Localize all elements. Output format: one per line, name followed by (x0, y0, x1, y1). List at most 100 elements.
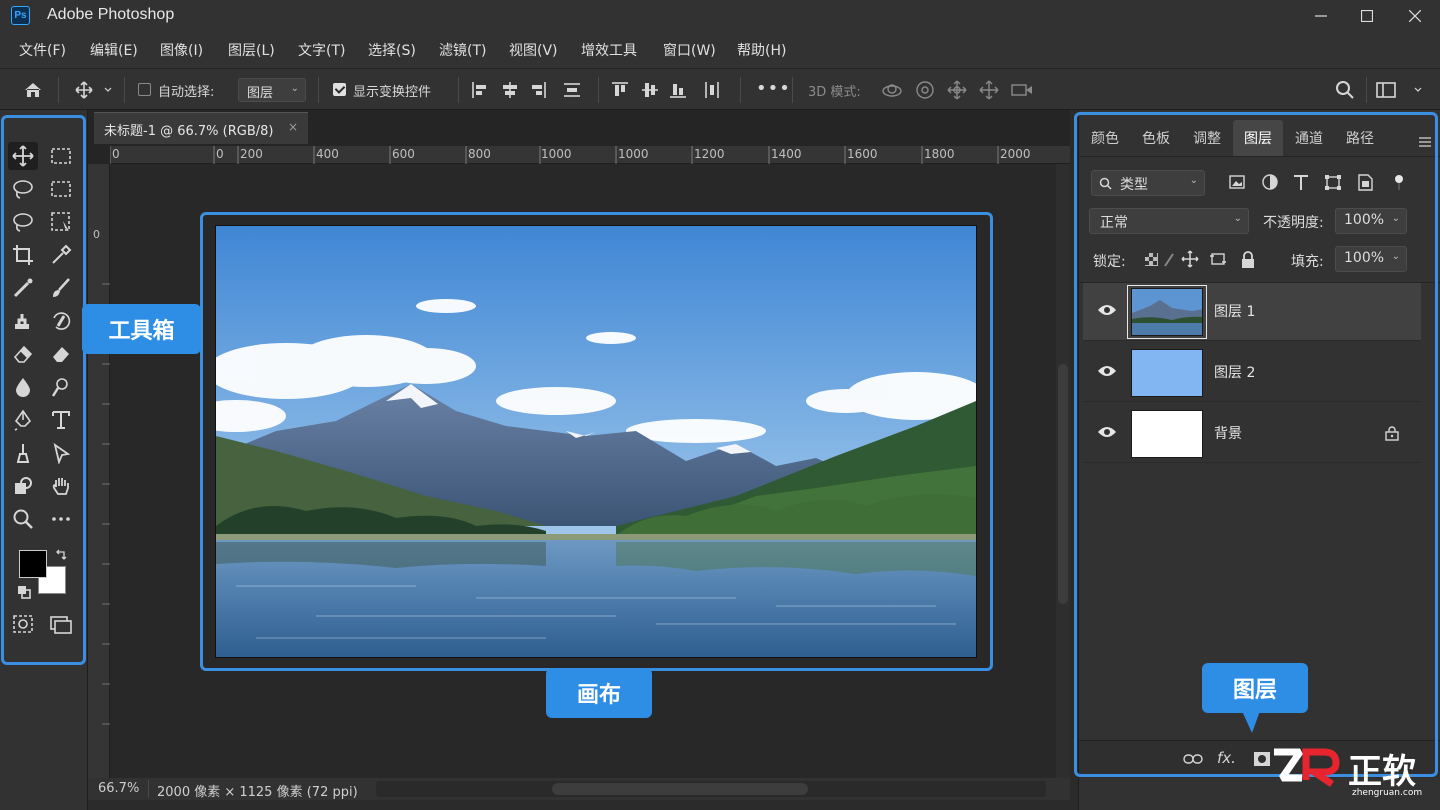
panel-menu-button[interactable] (1419, 132, 1431, 151)
marquee-tool-2[interactable] (46, 175, 76, 203)
gradient-tool[interactable] (46, 340, 76, 368)
close-icon (1409, 10, 1421, 22)
menu-view[interactable]: 视图(V) (509, 40, 558, 60)
move-tool[interactable] (8, 142, 38, 170)
layer-name[interactable]: 背景 (1214, 423, 1242, 443)
opacity-label: 不透明度: (1263, 215, 1324, 231)
object-select-tool[interactable] (46, 208, 76, 236)
tab-swatches[interactable]: 色板 (1142, 128, 1170, 148)
visibility-eye-icon[interactable] (1097, 303, 1117, 317)
history-brush-tool[interactable] (46, 307, 76, 335)
menu-image[interactable]: 图像(I) (160, 40, 203, 60)
menu-edit[interactable]: 编辑(E) (90, 40, 138, 60)
pen-tool[interactable] (8, 406, 38, 434)
document-info[interactable]: 2000 像素 × 1125 像素 (72 ppi) (157, 781, 358, 800)
menu-select[interactable]: 选择(S) (368, 40, 416, 60)
photoshop-window: Ps Adobe Photoshop 文件(F) 编辑(E) 图像(I) 图层(… (0, 0, 1440, 810)
blend-mode-dropdown[interactable]: 正常 ⌄ (1089, 208, 1249, 234)
canvas-image[interactable] (216, 226, 976, 657)
minimize-icon (1315, 15, 1327, 17)
menu-help[interactable]: 帮助(H) (737, 40, 786, 60)
lasso-tool-2[interactable] (8, 208, 38, 236)
horizontal-scrollbar[interactable] (376, 781, 1046, 797)
gradient-icon (53, 347, 69, 362)
swap-colors-button[interactable] (54, 548, 68, 562)
type-tool[interactable] (46, 406, 76, 434)
align-right-icon (532, 82, 546, 98)
filter-adjustment-icon (1262, 174, 1278, 190)
menu-plugins[interactable]: 增效工具 (581, 40, 637, 60)
eraser-tool[interactable] (8, 340, 38, 368)
layer-name[interactable]: 图层 2 (1214, 362, 1255, 382)
screen-mode-button[interactable] (46, 610, 76, 638)
document-tab[interactable]: 未标题-1 @ 66.7% (RGB/8) × (94, 112, 308, 144)
dodge-tool[interactable] (46, 373, 76, 401)
eyedropper-tool[interactable] (46, 241, 76, 269)
direct-select-tool[interactable] (46, 439, 76, 467)
close-button[interactable] (1392, 0, 1438, 32)
tab-layers[interactable]: 图层 (1244, 128, 1272, 148)
watermark-brand: 正软 (1348, 752, 1416, 792)
slide-3d-icon (979, 80, 999, 100)
fill-field[interactable]: 100% ⌄ (1335, 246, 1407, 272)
scrollbar-thumb[interactable] (1058, 364, 1068, 604)
auto-select-dropdown[interactable]: 图层 ⌄ (238, 78, 306, 102)
link-layers-icon[interactable] (1183, 752, 1203, 766)
align-top-icon (612, 82, 628, 96)
visibility-eye-icon[interactable] (1097, 364, 1117, 378)
brush-tool[interactable] (46, 274, 76, 302)
add-mask-icon[interactable] (1253, 751, 1271, 767)
lasso-tool[interactable] (8, 175, 38, 203)
layer-name[interactable]: 图层 1 (1214, 301, 1255, 321)
quick-mask-button[interactable] (8, 610, 38, 638)
distribute-vertical-icon (705, 82, 719, 98)
maximize-button[interactable] (1344, 0, 1390, 32)
foreground-color-swatch[interactable] (19, 550, 47, 578)
healing-brush-tool[interactable] (8, 274, 38, 302)
menu-type[interactable]: 文字(T) (298, 40, 345, 60)
menu-file[interactable]: 文件(F) (19, 40, 66, 60)
workspace-button[interactable] (1374, 79, 1424, 101)
default-colors-button[interactable] (17, 584, 31, 599)
layer-row[interactable]: 背景 (1083, 405, 1421, 463)
clone-stamp-tool[interactable] (8, 307, 38, 335)
zoom-level[interactable]: 66.7% (98, 781, 139, 796)
close-tab-icon[interactable]: × (288, 120, 298, 134)
path-select-tool[interactable] (8, 439, 38, 467)
layer-filter-dropdown[interactable]: 类型 ⌄ (1091, 170, 1205, 196)
hand-tool[interactable] (46, 472, 76, 500)
marquee-tool[interactable] (46, 142, 76, 170)
shape-tool[interactable] (8, 472, 38, 500)
tab-adjustments[interactable]: 调整 (1193, 128, 1221, 148)
scrollbar-thumb[interactable] (552, 783, 808, 795)
layer-row[interactable]: 图层 1 (1083, 283, 1421, 341)
minimize-button[interactable] (1298, 0, 1344, 32)
watermark-url: zhengruan.com (1352, 788, 1423, 798)
lock-options[interactable] (1143, 250, 1259, 270)
zoom-tool[interactable] (8, 505, 38, 533)
more-options-button[interactable]: ••• (756, 78, 791, 99)
default-colors-icon (18, 586, 31, 599)
layer-style-button[interactable]: fx. (1217, 749, 1236, 767)
tab-color[interactable]: 颜色 (1091, 128, 1119, 148)
vertical-scrollbar[interactable] (1056, 164, 1070, 778)
visibility-eye-icon[interactable] (1097, 425, 1117, 439)
blur-tool[interactable] (8, 373, 38, 401)
menu-window[interactable]: 窗口(W) (663, 40, 716, 60)
layer-row[interactable]: 图层 2 (1083, 344, 1421, 402)
tab-channels[interactable]: 通道 (1295, 128, 1323, 148)
show-transform-checkbox[interactable] (333, 83, 346, 96)
menu-bar: 文件(F) 编辑(E) 图像(I) 图层(L) 文字(T) 选择(S) 滤镜(T… (0, 32, 1440, 68)
home-button[interactable] (20, 79, 46, 101)
horizontal-ruler: 0 0 200 400 600 800 1000 1000 1200 1400 … (110, 146, 1070, 164)
crop-tool[interactable] (8, 241, 38, 269)
layer-filter-icons[interactable] (1227, 173, 1417, 193)
search-button[interactable] (1332, 79, 1358, 101)
tab-paths[interactable]: 路径 (1346, 128, 1374, 148)
opacity-field[interactable]: 100% ⌄ (1335, 208, 1407, 234)
auto-select-checkbox[interactable] (138, 83, 151, 96)
menu-layer[interactable]: 图层(L) (228, 40, 275, 60)
menu-filter[interactable]: 滤镜(T) (439, 40, 486, 60)
more-tools-button[interactable] (46, 505, 76, 533)
move-tool-preset-button[interactable] (70, 79, 114, 101)
